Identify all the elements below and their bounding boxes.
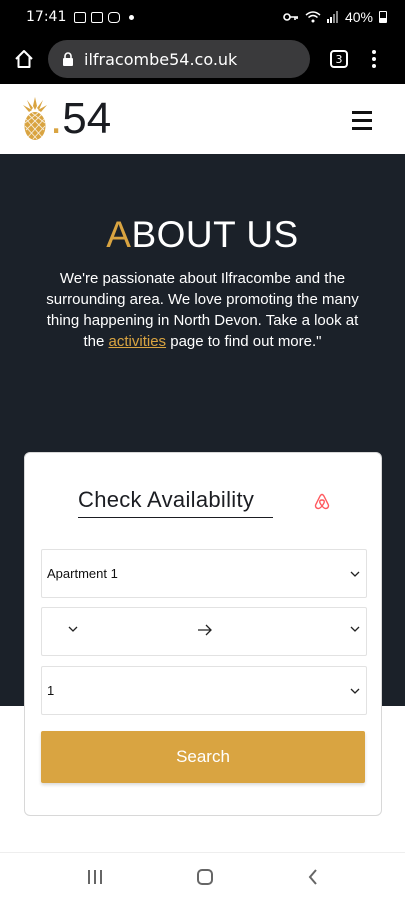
guests-select[interactable]: 1 — [41, 666, 367, 715]
wifi-icon — [305, 11, 321, 23]
checkout-chevron-icon[interactable] — [350, 626, 360, 632]
arrow-right-icon — [198, 624, 212, 636]
pineapple-icon — [23, 97, 47, 140]
home-icon — [15, 50, 33, 68]
battery-icon — [379, 11, 387, 23]
key-icon — [283, 13, 298, 21]
airbnb-icon[interactable] — [314, 493, 330, 515]
address-bar[interactable]: ilfracombe54.co.uk — [48, 40, 310, 78]
instagram-icon — [108, 11, 121, 23]
url-text: ilfracombe54.co.uk — [84, 49, 238, 69]
chevron-down-icon — [350, 688, 360, 694]
home-nav-icon[interactable] — [196, 868, 213, 885]
browser-menu-button[interactable] — [372, 50, 376, 68]
date-range-field[interactable] — [41, 607, 367, 656]
battery-percent: 40% — [344, 9, 373, 25]
tabs-button[interactable]: 3 — [330, 50, 348, 68]
logo-text: .54 — [50, 94, 112, 143]
availability-card: Check Availability Apartment 1 1 Search — [24, 452, 382, 816]
about-heading: ABOUT US — [106, 214, 299, 255]
status-time: 17:41 — [26, 9, 67, 25]
browser-toolbar: ilfracombe54.co.uk 3 — [0, 34, 405, 84]
recent-apps-icon[interactable] — [87, 869, 102, 884]
gallery-icon — [74, 11, 87, 23]
hamburger-menu-icon[interactable] — [352, 111, 372, 130]
availability-title: Check Availability — [78, 487, 273, 518]
system-nav-bar — [0, 852, 405, 900]
apartment-select[interactable]: Apartment 1 — [41, 549, 367, 598]
back-icon[interactable] — [308, 868, 318, 885]
notification-icons — [74, 11, 135, 23]
guests-value: 1 — [47, 683, 55, 698]
gmail-icon — [91, 11, 104, 23]
signal-icon — [326, 11, 338, 23]
status-bar: 17:41 40% — [0, 0, 405, 34]
checkin-chevron-icon[interactable] — [68, 626, 78, 632]
status-right: 40% — [283, 9, 387, 25]
site-logo[interactable]: .54 — [22, 97, 111, 141]
apartment-value: Apartment 1 — [47, 566, 118, 581]
browser-home-button[interactable] — [0, 34, 48, 84]
lock-icon — [62, 52, 74, 66]
chevron-down-icon — [350, 571, 360, 577]
more-notifications-icon — [129, 14, 135, 20]
about-text: We're passionate about Ilfracombe and th… — [46, 270, 359, 350]
site-header: .54 — [0, 84, 405, 154]
search-button[interactable]: Search — [41, 731, 365, 783]
activities-link[interactable]: activities — [109, 333, 167, 350]
